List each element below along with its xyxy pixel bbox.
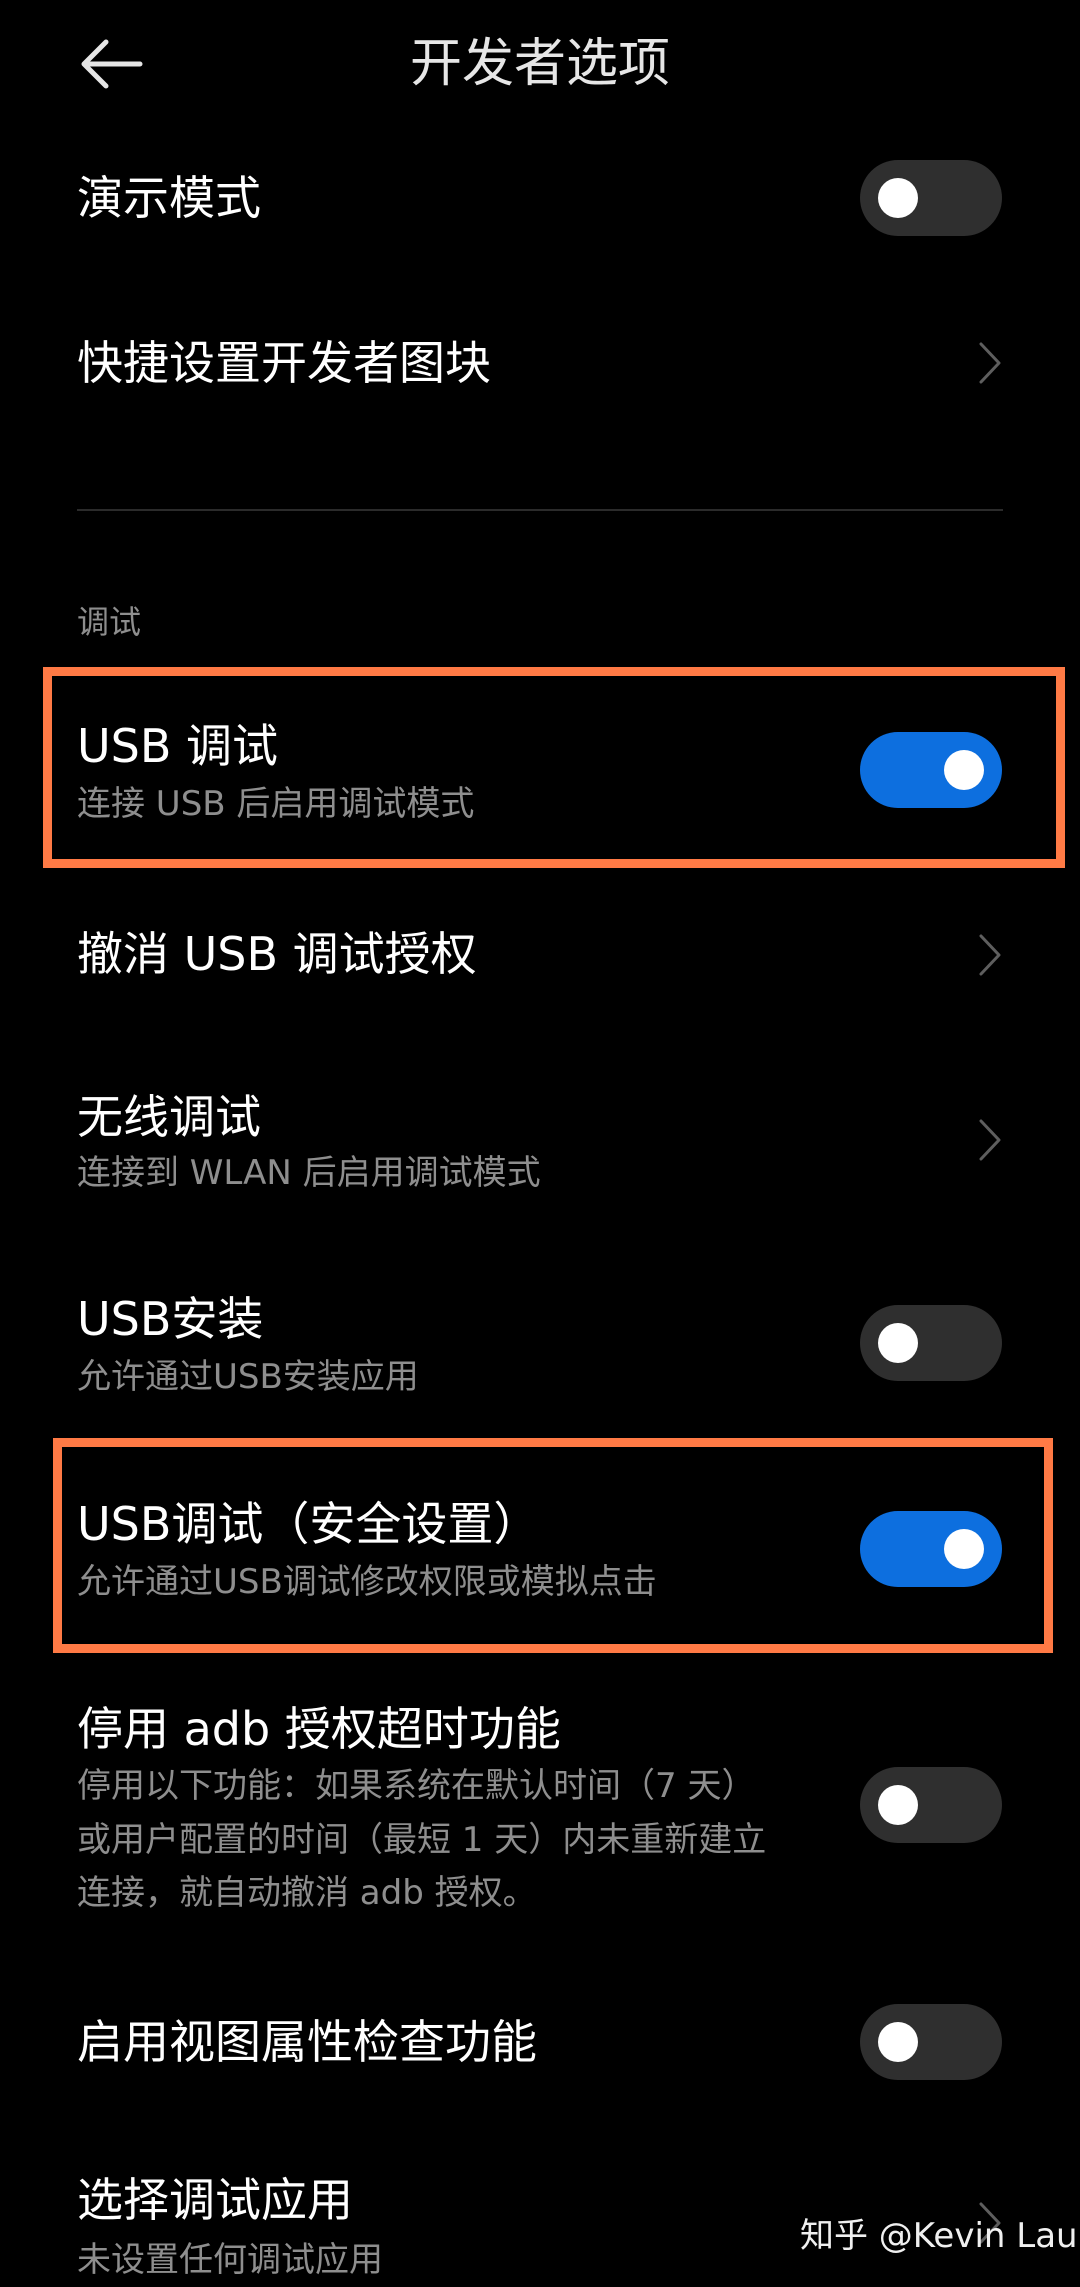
section-header-debugging: 调试 — [77, 603, 142, 641]
wireless-debugging-title[interactable]: 无线调试 — [77, 1087, 261, 1147]
toggle-knob — [944, 750, 984, 790]
demo-mode-toggle[interactable] — [860, 160, 1002, 236]
usb-install-subtitle: 允许通过USB安装应用 — [77, 1357, 419, 1397]
revoke-usb-auth-title[interactable]: 撤消 USB 调试授权 — [77, 924, 477, 984]
toggle-knob — [878, 178, 918, 218]
demo-mode-title[interactable]: 演示模式 — [77, 168, 261, 228]
usb-install-title[interactable]: USB安装 — [77, 1289, 263, 1349]
usb-debug-security-subtitle: 允许通过USB调试修改权限或模拟点击 — [77, 1562, 657, 1602]
view-attribute-inspection-title[interactable]: 启用视图属性检查功能 — [77, 2012, 537, 2072]
view-attribute-inspection-toggle[interactable] — [860, 2004, 1002, 2080]
page-title: 开发者选项 — [409, 34, 670, 94]
select-debug-app-title[interactable]: 选择调试应用 — [77, 2170, 353, 2230]
usb-debug-security-toggle[interactable] — [860, 1511, 1002, 1587]
usb-debugging-subtitle: 连接 USB 后启用调试模式 — [77, 784, 475, 824]
disable-adb-timeout-subtitle-line-2: 或用户配置的时间（最短 1 天）内未重新建立 — [77, 1820, 767, 1860]
disable-adb-timeout-title[interactable]: 停用 adb 授权超时功能 — [77, 1699, 561, 1759]
watermark: 知乎 @Kevin Lau — [800, 2216, 1078, 2256]
usb-install-toggle[interactable] — [860, 1305, 1002, 1381]
chevron-right-icon — [979, 1119, 1001, 1161]
chevron-right-icon — [979, 934, 1001, 976]
usb-debugging-toggle[interactable] — [860, 732, 1002, 808]
toggle-knob — [878, 1785, 918, 1825]
select-debug-app-subtitle: 未设置任何调试应用 — [77, 2240, 383, 2280]
quick-settings-tiles-title[interactable]: 快捷设置开发者图块 — [77, 333, 491, 393]
disable-adb-timeout-subtitle-line-3: 连接，就自动撤消 adb 授权。 — [77, 1873, 537, 1913]
section-divider — [77, 509, 1003, 511]
disable-adb-timeout-toggle[interactable] — [860, 1767, 1002, 1843]
usb-debugging-title[interactable]: USB 调试 — [77, 716, 278, 776]
chevron-right-icon — [979, 342, 1001, 384]
disable-adb-timeout-subtitle-line-1: 停用以下功能：如果系统在默认时间（7 天） — [77, 1766, 756, 1806]
usb-debug-security-title[interactable]: USB调试（安全设置） — [77, 1494, 539, 1554]
toggle-knob — [878, 1323, 918, 1363]
wireless-debugging-subtitle: 连接到 WLAN 后启用调试模式 — [77, 1153, 541, 1193]
toggle-knob — [878, 2022, 918, 2062]
toggle-knob — [944, 1529, 984, 1569]
